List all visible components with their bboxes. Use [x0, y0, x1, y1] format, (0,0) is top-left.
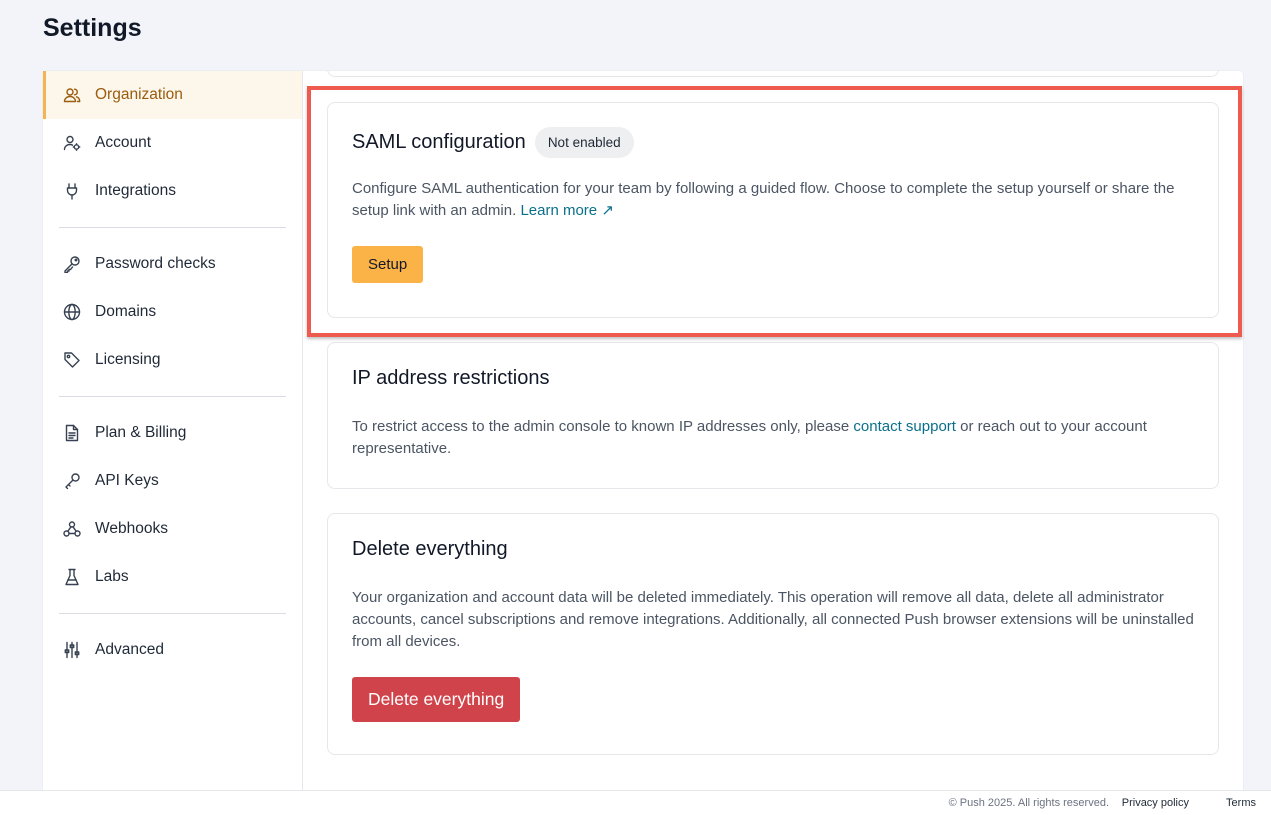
delete-title: Delete everything — [352, 538, 508, 560]
user-gear-icon — [63, 134, 81, 152]
globe-icon — [63, 303, 81, 321]
users-icon — [63, 86, 81, 104]
sidebar-item-advanced[interactable]: Advanced — [43, 626, 302, 674]
sliders-icon — [63, 641, 81, 659]
delete-description: Your organization and account data will … — [352, 589, 1194, 650]
sidebar-item-label: Labs — [95, 568, 129, 585]
sidebar-item-label: Plan & Billing — [95, 424, 187, 441]
api-key-icon — [63, 472, 81, 490]
ip-description: To restrict access to the admin console … — [352, 416, 1194, 460]
page-title: Settings — [43, 14, 142, 42]
delete-everything-card: Delete everything Your organization and … — [327, 513, 1219, 755]
sidebar-divider — [59, 613, 286, 614]
sidebar-item-licensing[interactable]: Licensing — [43, 336, 302, 384]
sidebar-item-label: Password checks — [95, 255, 216, 272]
sidebar-item-label: Organization — [95, 86, 183, 103]
setup-button[interactable]: Setup — [352, 246, 424, 283]
sidebar-item-password-checks[interactable]: Password checks — [43, 240, 302, 288]
ip-restrictions-card: IP address restrictions To restrict acce… — [327, 342, 1219, 489]
ip-description-text: To restrict access to the admin console … — [352, 418, 850, 435]
sidebar-item-label: Integrations — [95, 182, 176, 199]
webhook-icon — [63, 520, 81, 538]
contact-support-link[interactable]: contact support — [853, 418, 956, 435]
delete-everything-button[interactable]: Delete everything — [352, 677, 521, 722]
learn-more-label: Learn more — [520, 202, 598, 219]
terms-link[interactable]: Terms — [1226, 797, 1256, 809]
sidebar-item-domains[interactable]: Domains — [43, 288, 302, 336]
key-icon — [63, 255, 81, 273]
sidebar-item-label: Advanced — [95, 641, 164, 658]
page-footer: © Push 2025. All rights reserved. Privac… — [0, 790, 1271, 815]
sidebar-item-label: Webhooks — [95, 520, 168, 537]
saml-card: SAML configuration Not enabled Configure… — [327, 102, 1219, 318]
document-icon — [63, 424, 81, 442]
settings-panel: Organization Account Integrations Passwo… — [43, 71, 1243, 790]
saml-title: SAML configuration — [352, 131, 526, 153]
saml-description: Configure SAML authentication for your t… — [352, 178, 1194, 222]
privacy-policy-link[interactable]: Privacy policy — [1122, 797, 1189, 809]
sidebar-item-label: Licensing — [95, 351, 161, 368]
sidebar-divider — [59, 396, 286, 397]
settings-content: SAML configuration Not enabled Configure… — [304, 71, 1243, 790]
flask-icon — [63, 568, 81, 586]
status-badge: Not enabled — [534, 127, 634, 158]
saml-heading: SAML configuration Not enabled — [352, 127, 1194, 158]
previous-card — [327, 71, 1219, 77]
copyright-text: © Push 2025. All rights reserved. — [948, 797, 1109, 809]
plug-icon — [63, 182, 81, 200]
settings-sidebar: Organization Account Integrations Passwo… — [43, 71, 303, 790]
ip-title: IP address restrictions — [352, 367, 550, 389]
sidebar-item-label: Account — [95, 134, 152, 151]
sidebar-item-label: Domains — [95, 303, 157, 320]
sidebar-item-account[interactable]: Account — [43, 119, 302, 167]
learn-more-link[interactable]: Learn more ↗ — [520, 202, 613, 219]
sidebar-item-label: API Keys — [95, 472, 159, 489]
sidebar-divider — [59, 227, 286, 228]
sidebar-item-organization[interactable]: Organization — [43, 71, 302, 119]
sidebar-item-api-keys[interactable]: API Keys — [43, 457, 302, 505]
saml-description-text: Configure SAML authentication for your t… — [352, 180, 1175, 219]
sidebar-item-integrations[interactable]: Integrations — [43, 167, 302, 215]
sidebar-item-labs[interactable]: Labs — [43, 553, 302, 601]
sidebar-item-plan-billing[interactable]: Plan & Billing — [43, 409, 302, 457]
external-link-icon: ↗ — [601, 202, 614, 219]
tag-icon — [63, 351, 81, 369]
sidebar-item-webhooks[interactable]: Webhooks — [43, 505, 302, 553]
